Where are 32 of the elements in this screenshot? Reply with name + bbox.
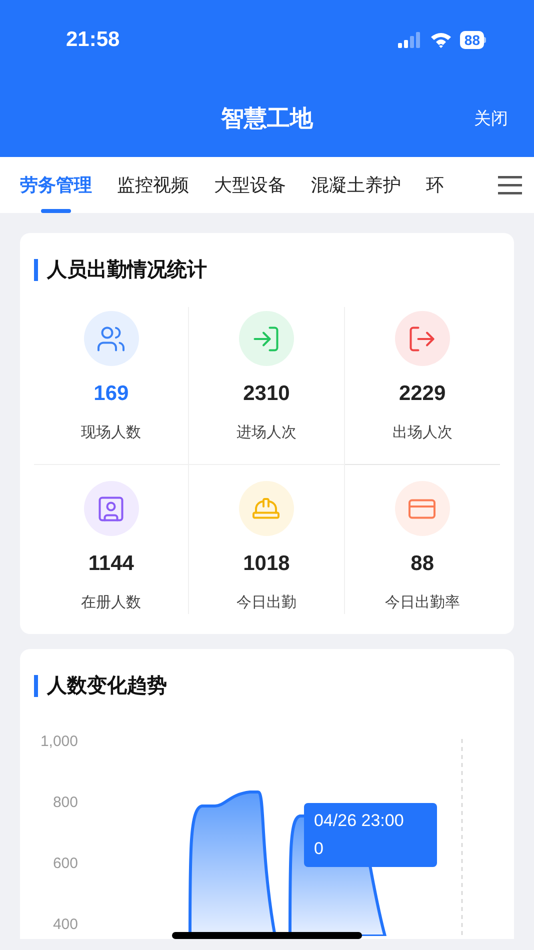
- close-button[interactable]: 关闭: [474, 106, 508, 132]
- stat-label: 出场人次: [392, 422, 452, 442]
- tab[interactable]: 混凝土养护: [311, 157, 401, 213]
- stat-label: 在册人数: [81, 592, 142, 612]
- stat-label: 今日出勤率: [384, 592, 460, 612]
- tooltip-text: 04/26 23:00: [314, 810, 405, 832]
- stat-label: 进场人次: [236, 422, 296, 442]
- tab[interactable]: 监控视频: [117, 157, 189, 213]
- card-title: 人员出勤情况统计: [47, 258, 207, 283]
- menu-icon[interactable]: [498, 175, 522, 195]
- card-title: 人数变化趋势: [47, 674, 167, 699]
- wifi-icon: [430, 32, 452, 48]
- tab[interactable]: 大型设备: [214, 157, 286, 213]
- stat-label: 今日出勤: [236, 592, 296, 612]
- tab[interactable]: 劳务管理: [20, 157, 92, 213]
- signal-icon: [398, 32, 422, 48]
- y-axis-label: 600: [52, 854, 78, 874]
- y-axis-label: 400: [52, 915, 78, 935]
- tooltip-text: 0: [314, 838, 324, 860]
- y-axis-label: 800: [52, 793, 78, 813]
- stat-value: 88: [410, 551, 434, 577]
- stat-value: 1144: [88, 551, 134, 577]
- stat-value: 169: [94, 381, 129, 407]
- page-title: 智慧工地: [221, 104, 313, 134]
- y-axis-label: 1,000: [40, 732, 78, 752]
- status-time: 21:58: [66, 27, 120, 54]
- stat-value: 2229: [398, 381, 446, 407]
- tab[interactable]: 环: [426, 157, 444, 213]
- stat-label: 现场人数: [81, 422, 142, 442]
- stat-value: 2310: [243, 381, 290, 407]
- stat-value: 1018: [243, 551, 290, 577]
- battery-level: 88: [460, 31, 484, 49]
